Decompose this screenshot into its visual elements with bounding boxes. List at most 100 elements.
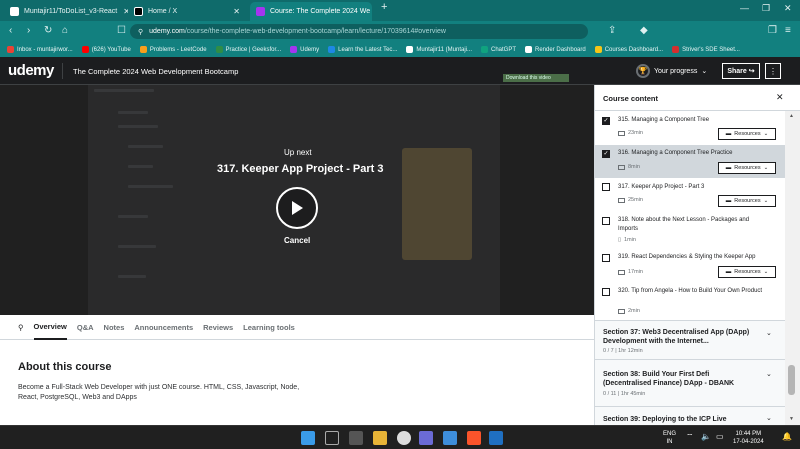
bookmark-chatgpt[interactable]: ChatGPT <box>481 46 516 53</box>
store-icon[interactable] <box>443 431 457 445</box>
brave-icon[interactable] <box>467 431 481 445</box>
lecture-title: 319. React Dependencies & Styling the Ke… <box>618 254 756 260</box>
resources-button[interactable]: ▬ Resources ⌄ <box>718 128 776 140</box>
progress-button[interactable]: 🏆 Your progress ⌄ <box>636 64 707 78</box>
bookmark-courses[interactable]: Courses Dashboard... <box>594 46 663 53</box>
close-sidebar-button[interactable]: ✕ <box>776 92 784 103</box>
volume-icon[interactable]: 🔈 <box>701 433 711 441</box>
lecture-item-316[interactable]: ✓ 316. Managing a Component Tree Practic… <box>595 145 785 178</box>
browser-tab-udemy[interactable]: Course: The Complete 2024 We ✕ <box>250 2 372 21</box>
chrome-icon[interactable] <box>397 431 411 445</box>
menu-icon[interactable]: ≡ <box>785 25 791 36</box>
clock[interactable]: 10:44 PM 17-04-2024 <box>733 430 764 446</box>
tab-learning-tools[interactable]: Learning tools <box>243 316 295 339</box>
lecture-duration: 17min <box>618 269 643 275</box>
lecture-item-315[interactable]: ✓ 315. Managing a Component Tree 23min ▬… <box>595 112 785 145</box>
checkbox[interactable] <box>602 288 610 296</box>
video-icon <box>618 269 625 275</box>
url-domain: udemy.com <box>149 28 185 35</box>
url-input[interactable]: ⚲ udemy.com/course/the-complete-web-deve… <box>130 24 588 39</box>
more-options-button[interactable]: ⋮ <box>765 63 781 79</box>
tab-qa[interactable]: Q&A <box>77 316 94 339</box>
bookmark-learn[interactable]: Learn the Latest Tec... <box>328 46 397 53</box>
language-indicator[interactable]: ENG IN <box>663 430 676 446</box>
section-37[interactable]: Section 37: Web3 Decentralised App (DApp… <box>595 320 785 359</box>
tab-announcements[interactable]: Announcements <box>134 316 193 339</box>
wifi-icon[interactable]: ⌔ <box>686 433 694 441</box>
resources-button[interactable]: ▬ Resources ⌄ <box>718 162 776 174</box>
windows-start-icon[interactable] <box>301 431 315 445</box>
chevron-down-icon: ⌄ <box>701 68 708 75</box>
udemy-icon <box>290 46 298 53</box>
gmail-icon <box>7 46 14 53</box>
scroll-up-icon[interactable]: ▲ <box>789 113 794 119</box>
close-tab-icon[interactable]: ✕ <box>117 7 128 16</box>
minimize-icon[interactable]: — <box>740 3 749 13</box>
reload-icon[interactable]: ↻ <box>44 25 52 36</box>
completed-checkbox[interactable]: ✓ <box>602 117 610 125</box>
sidebar-scrollbar[interactable]: ▲ ▼ <box>785 111 800 425</box>
scroll-down-icon[interactable]: ▼ <box>789 416 794 422</box>
section-39[interactable]: Section 39: Deploying to the ICP Live ⌄ <box>595 406 785 425</box>
tab-reviews[interactable]: Reviews <box>203 316 233 339</box>
close-tab-icon[interactable]: ✕ <box>227 7 240 16</box>
bookmark-striver[interactable]: Striver's SDE Sheet... <box>672 46 740 53</box>
file-explorer-icon[interactable] <box>373 431 387 445</box>
lecture-tabs: ⚲ Overview Q&A Notes Announcements Revie… <box>0 315 594 340</box>
new-tab-button[interactable]: + <box>381 1 387 13</box>
close-tab-icon[interactable]: ✕ <box>370 7 372 16</box>
checkbox[interactable] <box>602 183 610 191</box>
resources-button[interactable]: ▬ Resources ⌄ <box>718 195 776 207</box>
bookmark-github[interactable]: Muntajir11 (Muntaji... <box>406 46 472 53</box>
site-info-icon[interactable]: ⚲ <box>138 28 143 36</box>
lecture-item-318[interactable]: 318. Note about the Next Lesson - Packag… <box>595 211 785 247</box>
share-page-icon[interactable]: ⇪ <box>608 25 616 36</box>
tab-overview[interactable]: Overview <box>33 315 67 340</box>
bookmark-youtube[interactable]: (626) YouTube <box>81 46 131 53</box>
battery-icon[interactable]: ▭ <box>716 433 724 441</box>
bookmark-inbox[interactable]: Inbox - muntajirwor... <box>7 46 73 53</box>
scrollbar-thumb[interactable] <box>788 365 795 395</box>
bookmark-render[interactable]: Render Dashboard <box>525 46 586 53</box>
back-icon[interactable]: ‹ <box>9 25 12 36</box>
browser-tab-x[interactable]: Home / X ✕ <box>128 2 246 21</box>
lecture-title: 316. Managing a Component Tree Practice <box>618 150 733 156</box>
lecture-item-320[interactable]: 320. Tip from Angela - How to Build Your… <box>595 282 785 318</box>
share-button[interactable]: Share ↪ <box>722 63 760 79</box>
x-logo-icon <box>134 7 143 16</box>
checkbox[interactable] <box>602 254 610 262</box>
cancel-autoplay-button[interactable]: Cancel <box>284 236 310 245</box>
extensions-icon[interactable]: ❐ <box>768 25 777 36</box>
checkbox[interactable] <box>602 217 610 225</box>
chevron-down-icon: ⌄ <box>763 198 769 204</box>
tab-notes[interactable]: Notes <box>104 316 125 339</box>
bookmark-udemy[interactable]: Udemy <box>290 46 319 53</box>
completed-checkbox[interactable]: ✓ <box>602 150 610 158</box>
browser-tab-github[interactable]: Muntajir11/ToDoList_v3-React ✕ <box>4 2 128 21</box>
search-icon[interactable]: ⚲ <box>18 323 24 332</box>
close-window-icon[interactable]: ✕ <box>784 3 792 14</box>
bookmark-icon[interactable]: ☐ <box>117 25 126 36</box>
download-video-button[interactable]: Download this video <box>503 74 569 82</box>
vscode-icon[interactable] <box>489 431 503 445</box>
search-icon[interactable] <box>325 431 339 445</box>
resources-button[interactable]: ▬ Resources ⌄ <box>718 266 776 278</box>
section-meta: 0 / 7 | 1hr 12min <box>603 348 643 354</box>
lecture-item-319[interactable]: 319. React Dependencies & Styling the Ke… <box>595 248 785 281</box>
github-icon <box>10 7 19 16</box>
maximize-icon[interactable]: ❐ <box>762 3 770 14</box>
course-header: udemy The Complete 2024 Web Development … <box>0 57 800 85</box>
play-next-button[interactable] <box>276 187 318 229</box>
app-icon[interactable] <box>419 431 433 445</box>
course-title[interactable]: The Complete 2024 Web Development Bootca… <box>73 67 238 76</box>
udemy-logo[interactable]: udemy <box>8 62 54 79</box>
notifications-icon[interactable]: 🔔 <box>782 433 792 441</box>
section-38[interactable]: Section 38: Build Your First Defi (Decen… <box>595 359 785 406</box>
forward-icon[interactable]: › <box>27 25 30 36</box>
task-view-icon[interactable] <box>349 431 363 445</box>
bookmark-geeksforgeeks[interactable]: Practice | Geeksfor... <box>215 46 281 53</box>
brave-shield-icon[interactable]: ◆ <box>640 25 648 36</box>
lecture-item-317[interactable]: 317. Keeper App Project - Part 3 25min ▬… <box>595 178 785 211</box>
home-icon[interactable]: ⌂ <box>62 25 68 36</box>
bookmark-leetcode[interactable]: Problems - LeetCode <box>139 46 207 53</box>
